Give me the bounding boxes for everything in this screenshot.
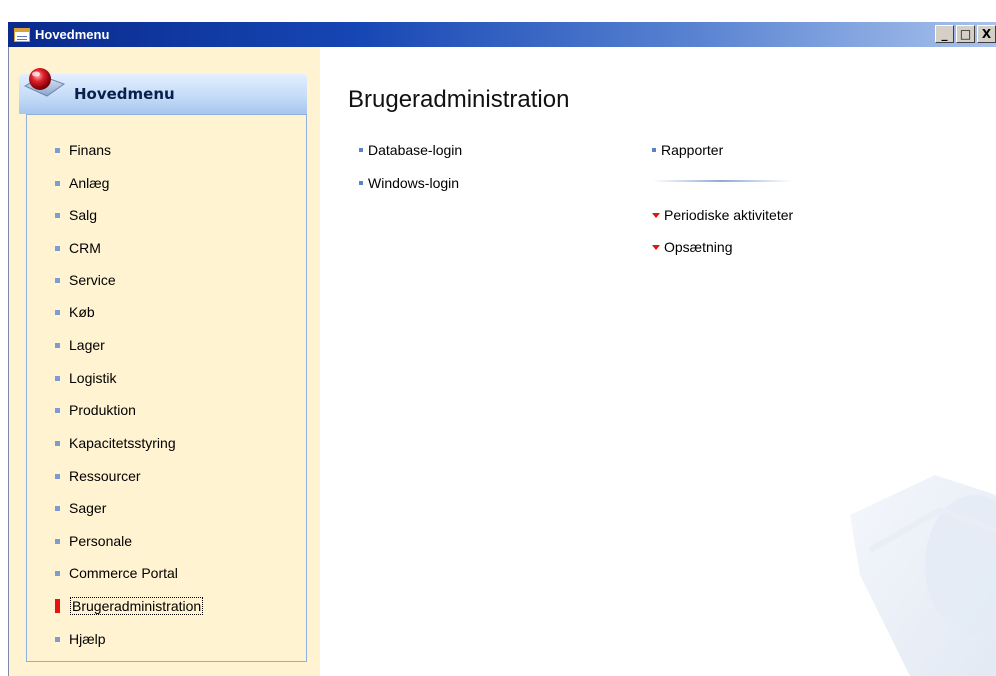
nav-item-sager[interactable]: Sager xyxy=(55,497,106,519)
nav-item-kapacitetsstyring[interactable]: Kapacitetsstyring xyxy=(55,432,176,454)
nav-item-service[interactable]: Service xyxy=(55,269,116,291)
window-title: Hovedmenu xyxy=(35,27,110,42)
nav-item-lager[interactable]: Lager xyxy=(55,334,105,356)
maximize-button[interactable]: □ xyxy=(956,25,975,43)
nav-item-hjaelp[interactable]: Hjælp xyxy=(55,628,106,650)
nav-item-label: Køb xyxy=(69,304,95,320)
window-app-icon xyxy=(14,27,30,42)
bullet-icon xyxy=(55,375,60,381)
nav-item-label: Ressourcer xyxy=(69,468,141,484)
nav-item-produktion[interactable]: Produktion xyxy=(55,399,136,421)
page-title: Brugeradministration xyxy=(348,86,570,113)
expand-arrow-icon xyxy=(652,212,660,218)
group-label: Periodiske aktiviteter xyxy=(664,207,794,223)
group-label: Opsætning xyxy=(664,239,733,255)
nav-item-crm[interactable]: CRM xyxy=(55,237,101,259)
active-marker-icon xyxy=(55,599,60,613)
minimize-button[interactable]: _ xyxy=(935,25,954,43)
bullet-icon xyxy=(55,147,60,153)
link-label: Database-login xyxy=(368,142,463,158)
nav-item-label: Kapacitetsstyring xyxy=(69,435,176,451)
nav-item-salg[interactable]: Salg xyxy=(55,204,97,226)
nav-item-label: Personale xyxy=(69,533,133,549)
nav-item-personale[interactable]: Personale xyxy=(55,530,132,552)
link-label: Windows-login xyxy=(368,175,460,191)
group-opsaetning[interactable]: Opsætning xyxy=(652,237,732,257)
hovedmenu-logo-icon xyxy=(23,68,66,97)
nav-item-label: Service xyxy=(69,272,116,288)
bullet-icon xyxy=(359,148,363,152)
group-periodiske-aktiviteter[interactable]: Periodiske aktiviteter xyxy=(652,205,793,225)
bullet-icon xyxy=(55,212,60,218)
nav-item-label: Logistik xyxy=(69,370,117,386)
bullet-icon xyxy=(55,180,60,186)
nav-item-label: Lager xyxy=(69,337,105,353)
close-button[interactable]: X xyxy=(977,25,996,43)
bullet-icon xyxy=(359,181,363,185)
bullet-icon xyxy=(55,342,60,348)
nav-item-label: Hjælp xyxy=(69,631,106,647)
bullet-icon xyxy=(652,148,656,152)
expand-arrow-icon xyxy=(652,244,660,250)
nav-item-label: Finans xyxy=(69,142,112,158)
nav-item-label: Produktion xyxy=(69,402,136,418)
nav-item-logistik[interactable]: Logistik xyxy=(55,367,116,389)
nav-item-label: CRM xyxy=(69,240,101,256)
nav-item-commerce-portal[interactable]: Commerce Portal xyxy=(55,562,178,584)
nav-item-label: Brugeradministration xyxy=(70,597,204,615)
link-label: Rapporter xyxy=(661,142,724,158)
bullet-icon xyxy=(55,538,60,544)
bullet-icon xyxy=(55,473,60,479)
nav-item-brugeradministration[interactable]: Brugeradministration xyxy=(55,595,204,617)
bullet-icon xyxy=(55,309,60,315)
link-windows-login[interactable]: Windows-login xyxy=(359,173,459,193)
background-watermark-icon xyxy=(850,475,996,676)
link-database-login[interactable]: Database-login xyxy=(359,140,462,160)
title-bar[interactable]: Hovedmenu _ □ X xyxy=(8,22,996,47)
nav-item-koeb[interactable]: Køb xyxy=(55,301,95,323)
nav-item-ressourcer[interactable]: Ressourcer xyxy=(55,465,141,487)
section-divider xyxy=(652,180,792,182)
nav-item-finans[interactable]: Finans xyxy=(55,139,111,161)
bullet-icon xyxy=(55,505,60,511)
nav-item-anlaeg[interactable]: Anlæg xyxy=(55,172,109,194)
bullet-icon xyxy=(55,245,60,251)
bullet-icon xyxy=(55,440,60,446)
navigation-pane-title: Hovedmenu xyxy=(74,85,175,103)
bullet-icon xyxy=(55,636,60,642)
nav-item-label: Salg xyxy=(69,207,98,223)
nav-item-label: Anlæg xyxy=(69,175,110,191)
nav-item-label: Sager xyxy=(69,500,107,516)
bullet-icon xyxy=(55,277,60,283)
bullet-icon xyxy=(55,570,60,576)
nav-item-label: Commerce Portal xyxy=(69,565,178,581)
bullet-icon xyxy=(55,407,60,413)
link-rapporter[interactable]: Rapporter xyxy=(652,140,723,160)
window-controls: _ □ X xyxy=(935,25,996,43)
